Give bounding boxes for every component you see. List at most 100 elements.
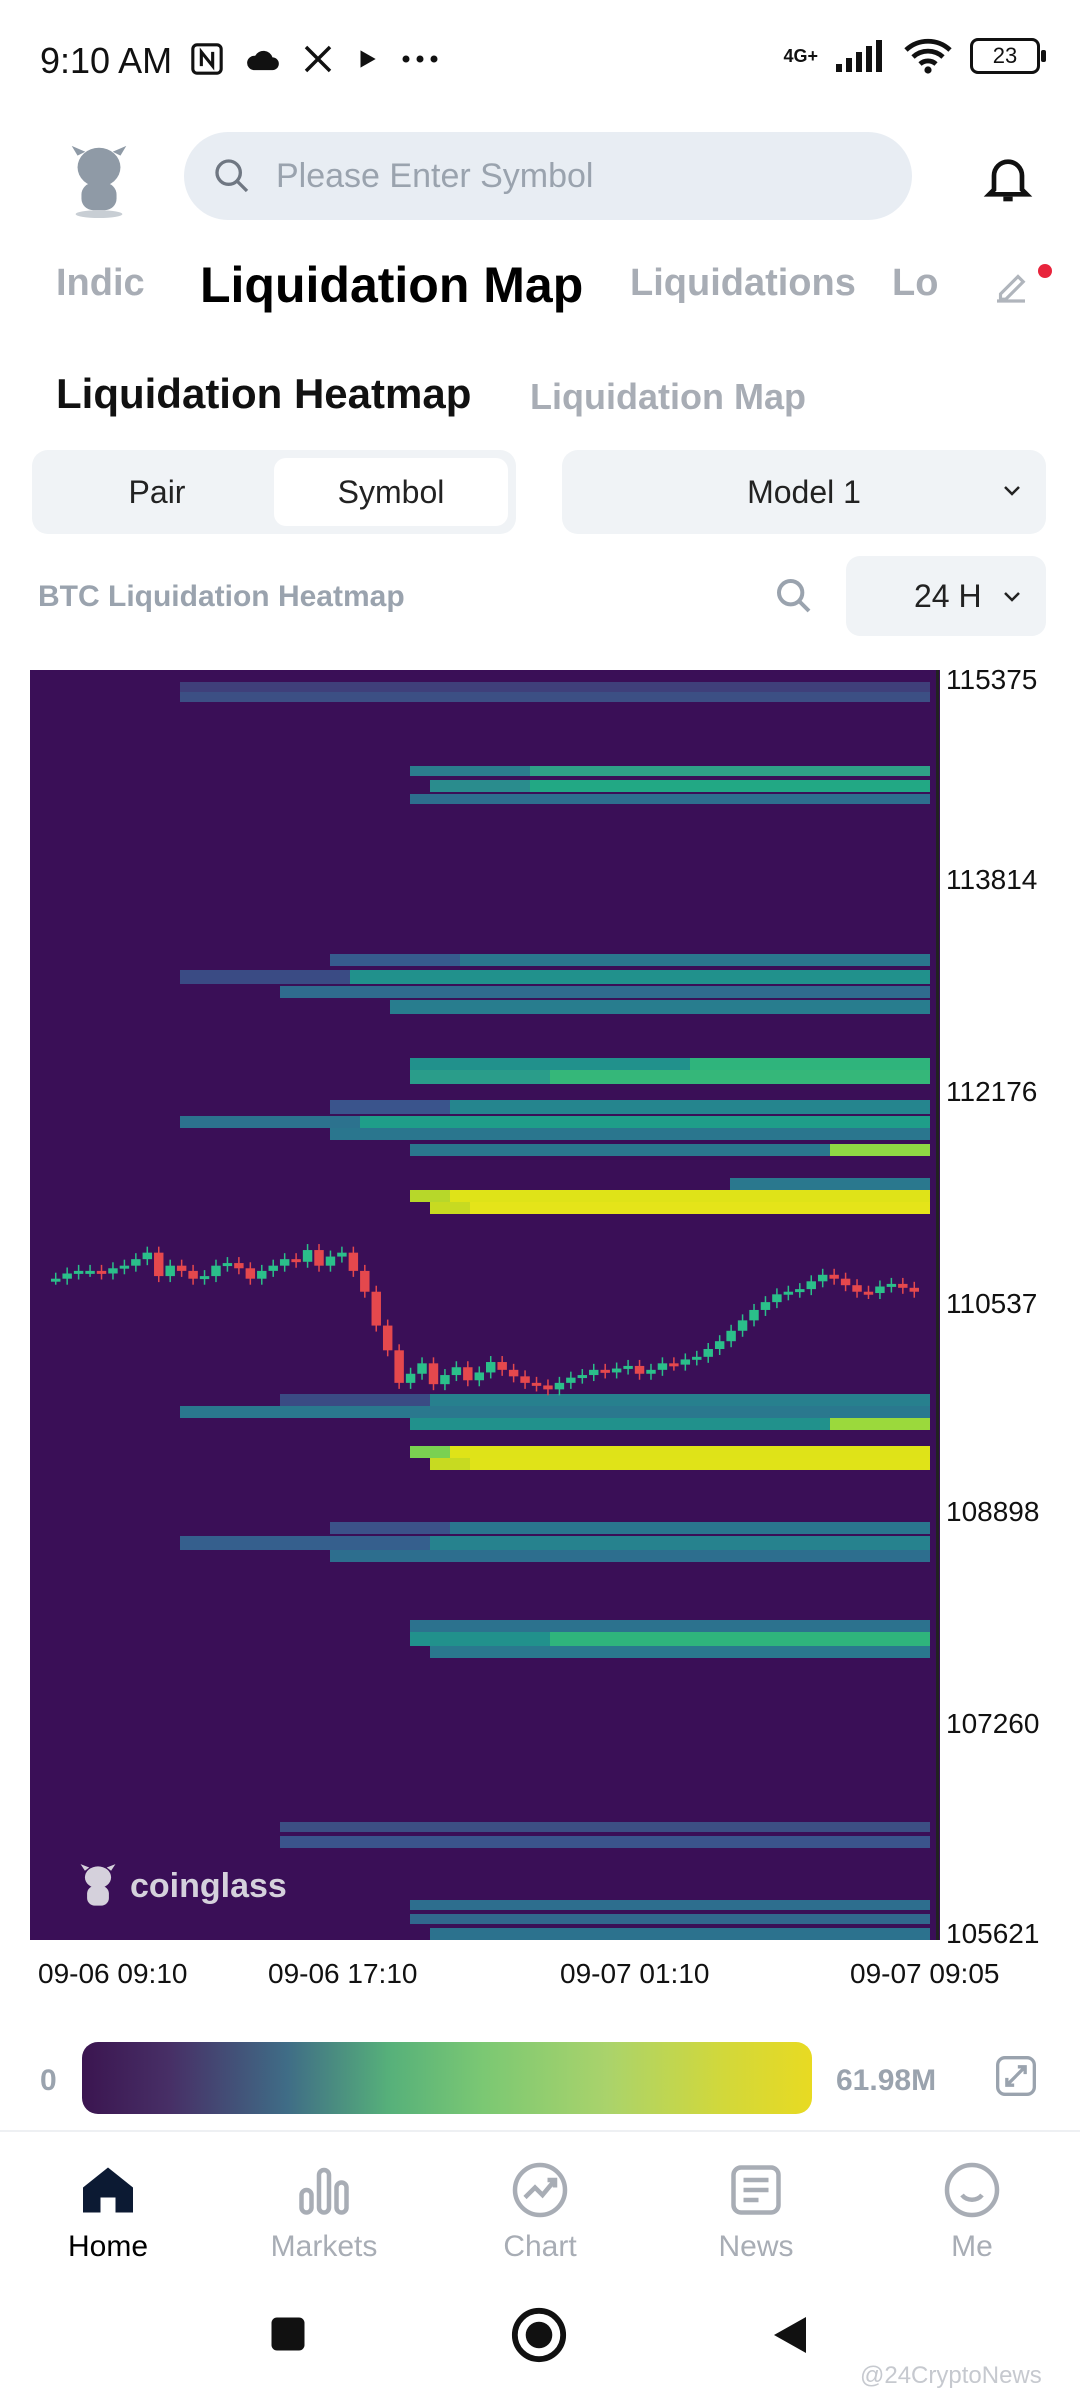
heat-cell [550, 1070, 930, 1084]
recents-button[interactable] [266, 2312, 310, 2356]
chevron-down-icon [1004, 486, 1020, 496]
subtab-liquidation-heatmap[interactable]: Liquidation Heatmap [56, 370, 471, 418]
fullscreen-icon[interactable] [994, 2054, 1038, 2098]
candle [795, 1289, 805, 1293]
candle [817, 1274, 828, 1282]
heat-cell [410, 1900, 930, 1910]
tab-liquidation-map[interactable]: Liquidation Map [200, 256, 583, 314]
chevron-down-icon [1004, 592, 1020, 602]
time-range-select[interactable]: 24 H [846, 556, 1046, 636]
nav-home[interactable]: Home [0, 2132, 216, 2292]
subtab-liquidation-map[interactable]: Liquidation Map [530, 376, 806, 418]
y-axis [936, 670, 939, 1940]
candle [451, 1367, 462, 1376]
more-icon [402, 55, 438, 63]
candle [176, 1265, 187, 1271]
heat-cell [180, 692, 930, 702]
candle [154, 1252, 164, 1277]
nav-news[interactable]: News [648, 2132, 864, 2292]
wifi-icon [904, 38, 952, 74]
tab-liquidations[interactable]: Liquidations [630, 262, 856, 305]
search-input[interactable] [274, 155, 838, 197]
y-tick-label: 110537 [946, 1288, 1038, 1319]
heat-cell [460, 954, 930, 966]
home-button[interactable] [510, 2306, 568, 2364]
candle [909, 1287, 919, 1292]
candle [714, 1341, 725, 1350]
candle [440, 1375, 450, 1385]
bell-icon[interactable] [980, 150, 1036, 206]
candle [623, 1365, 633, 1369]
symbol-option[interactable]: Symbol [274, 458, 508, 526]
candle [360, 1270, 370, 1292]
heat-cell [450, 1522, 930, 1534]
candle [245, 1268, 256, 1279]
candle [188, 1270, 198, 1279]
avatar-icon[interactable] [60, 140, 138, 218]
heat-cell [430, 1646, 930, 1658]
heat-cell [830, 1144, 930, 1156]
pair-symbol-toggle: Pair Symbol [32, 450, 516, 534]
candle [268, 1265, 278, 1271]
candle [96, 1270, 107, 1274]
heat-cell [280, 1822, 930, 1832]
heat-cell [450, 1190, 930, 1202]
candle [211, 1265, 221, 1277]
candle [394, 1350, 404, 1383]
heat-cell [390, 1000, 930, 1014]
credit-watermark: @24CryptoNews [860, 2362, 1042, 2389]
heat-cell [470, 1202, 930, 1214]
x-tick-label: 09-07 01:10 [560, 1958, 710, 1989]
heat-cell [180, 682, 930, 692]
heat-cell [330, 1128, 930, 1140]
edit-icon[interactable] [990, 266, 1032, 308]
y-tick-label: 108898 [946, 1496, 1040, 1527]
candle [314, 1250, 324, 1266]
markets-icon [299, 2167, 349, 2215]
tab-long-short[interactable]: Lo [892, 262, 938, 305]
heat-cell [830, 1418, 930, 1430]
candle [497, 1362, 507, 1370]
candle [657, 1363, 668, 1370]
x-tick-label: 09-06 09:10 [38, 1958, 188, 1989]
bottom-nav: Home Markets Chart News Me [0, 2130, 1080, 2292]
candle [840, 1278, 851, 1286]
chart-icon [512, 2162, 568, 2218]
heat-cell [280, 1836, 930, 1848]
heat-cell [430, 1394, 930, 1406]
battery-icon: 23 [970, 38, 1046, 74]
nav-markets[interactable]: Markets [216, 2132, 432, 2292]
candle [600, 1369, 610, 1373]
search-bar[interactable] [184, 132, 912, 220]
colorbar [82, 2042, 812, 2114]
candle [611, 1368, 622, 1373]
back-button[interactable] [766, 2310, 814, 2360]
candle [51, 1278, 61, 1282]
candle [428, 1363, 439, 1385]
candle [634, 1365, 645, 1374]
nav-chart[interactable]: Chart [432, 2132, 648, 2292]
heat-cell [410, 1620, 930, 1632]
notification-dot [1038, 264, 1052, 278]
nfc-icon [191, 43, 223, 75]
heat-cell [690, 1058, 930, 1070]
pair-option[interactable]: Pair [40, 458, 274, 526]
candle [898, 1283, 908, 1288]
candle [257, 1270, 267, 1279]
coinglass-watermark: coinglass [76, 1862, 287, 1910]
model-select[interactable]: Model 1 [562, 450, 1046, 534]
nav-me[interactable]: Me [864, 2132, 1080, 2292]
tab-indic[interactable]: Indic [56, 262, 145, 305]
candle [589, 1369, 599, 1376]
heat-cell [450, 1446, 930, 1458]
candle [566, 1377, 576, 1383]
candle [291, 1259, 301, 1263]
candle [863, 1291, 874, 1295]
heatmap-svg [51, 682, 930, 1940]
candle [703, 1349, 713, 1357]
signal-icon [836, 40, 882, 72]
liquidation-heatmap[interactable] [30, 670, 940, 1940]
search-icon[interactable] [774, 576, 814, 616]
candle [852, 1285, 862, 1292]
candle [554, 1382, 565, 1390]
